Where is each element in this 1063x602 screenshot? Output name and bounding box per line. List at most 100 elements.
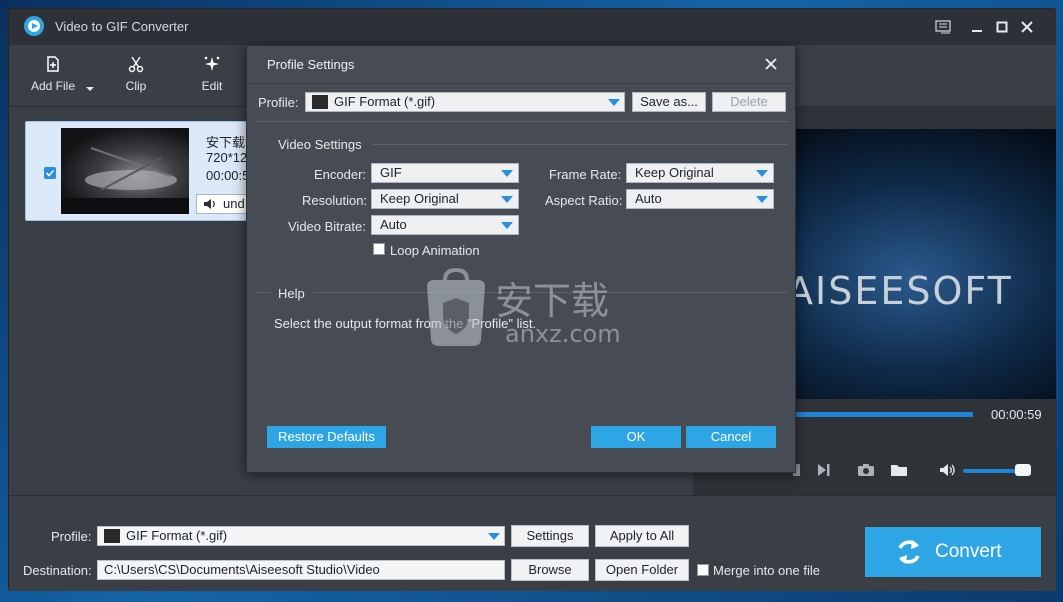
encoder-select[interactable]: GIF <box>371 163 519 183</box>
destination-value: C:\Users\CS\Documents\Aiseesoft Studio\V… <box>104 562 380 577</box>
convert-label: Convert <box>935 541 1002 562</box>
scissors-icon <box>128 56 144 73</box>
chevron-down-icon <box>756 196 768 203</box>
edit-label: Edit <box>201 79 223 93</box>
video-bitrate-value: Auto <box>380 217 407 232</box>
check-icon <box>45 169 55 177</box>
restore-defaults-button[interactable]: Restore Defaults <box>267 426 386 448</box>
speaker-icon <box>204 199 215 209</box>
apply-to-all-button[interactable]: Apply to All <box>595 525 689 547</box>
encoder-label: Encoder: <box>314 167 367 182</box>
clip-button[interactable]: Clip <box>106 55 166 99</box>
save-as-button[interactable]: Save as... <box>632 92 706 112</box>
maximize-button[interactable] <box>990 15 1014 39</box>
destination-field[interactable]: C:\Users\CS\Documents\Aiseesoft Studio\V… <box>97 560 505 580</box>
frame-rate-value: Keep Original <box>635 165 714 180</box>
video-settings-title: Video Settings <box>278 137 362 152</box>
audio-track-value: und <box>223 196 245 211</box>
total-time: 00:00:59 <box>991 407 1042 422</box>
video-bitrate-select[interactable]: Auto <box>371 215 519 235</box>
aspect-ratio-select[interactable]: Auto <box>626 189 774 209</box>
merge-checkbox[interactable] <box>697 564 709 576</box>
next-frame-icon[interactable] <box>817 463 831 477</box>
file-duration: 00:00:5 <box>206 168 250 183</box>
thumbnail-image <box>61 147 189 214</box>
bottom-bar: Profile: GIF Format (*.gif) Settings App… <box>9 495 1056 591</box>
add-file-button[interactable]: Add File <box>23 55 83 99</box>
dialog-profile-label: Profile: <box>258 95 299 110</box>
ok-button[interactable]: OK <box>591 426 681 448</box>
volume-icon[interactable] <box>939 463 957 477</box>
chevron-down-icon <box>501 222 513 229</box>
help-title: Help <box>278 286 305 301</box>
sparkle-edit-icon <box>204 56 220 71</box>
menu-icon <box>935 20 951 34</box>
title-bar: Video to GIF Converter <box>9 9 1056 45</box>
chevron-down-icon <box>608 99 620 106</box>
divider <box>372 144 788 145</box>
dropdown-arrow-icon[interactable] <box>86 85 94 93</box>
add-file-icon <box>47 56 59 72</box>
convert-refresh-icon <box>898 540 920 564</box>
gif-film-icon <box>312 95 328 109</box>
convert-button[interactable]: Convert <box>865 527 1041 577</box>
loop-animation-checkbox[interactable] <box>373 243 385 255</box>
folder-icon[interactable] <box>890 463 908 477</box>
camera-icon[interactable] <box>857 463 875 477</box>
profile-select-value: GIF Format (*.gif) <box>126 528 228 543</box>
divider <box>255 292 271 293</box>
minimize-button[interactable] <box>965 15 989 39</box>
cancel-button[interactable]: Cancel <box>686 426 776 448</box>
app-title: Video to GIF Converter <box>55 19 189 34</box>
delete-button[interactable]: Delete <box>712 92 786 112</box>
encoder-value: GIF <box>380 165 402 180</box>
dialog-profile-select[interactable]: GIF Format (*.gif) <box>305 92 625 112</box>
preview-brand-text: AISEESOFT <box>787 269 1013 313</box>
gif-film-icon <box>104 529 120 543</box>
resolution-value: Keep Original <box>380 191 459 206</box>
maximize-icon <box>996 21 1008 33</box>
close-icon <box>1021 21 1033 33</box>
video-bitrate-label: Video Bitrate: <box>288 219 366 234</box>
open-folder-button[interactable]: Open Folder <box>595 559 689 581</box>
profile-label: Profile: <box>51 529 92 544</box>
browse-button[interactable]: Browse <box>511 559 589 581</box>
add-file-label: Add File <box>30 79 76 93</box>
file-name: 安下载. <box>206 135 249 150</box>
clip-label: Clip <box>125 79 147 93</box>
watermark-url: anxz.com <box>505 320 621 348</box>
divider <box>255 121 789 122</box>
chevron-down-icon <box>501 196 513 203</box>
settings-button[interactable]: Settings <box>511 525 589 547</box>
dialog-close-icon[interactable] <box>763 56 779 72</box>
watermark-text: 安下载 <box>495 279 609 323</box>
volume-slider-handle[interactable] <box>1015 464 1031 476</box>
resolution-select[interactable]: Keep Original <box>371 189 519 209</box>
aspect-ratio-label: Aspect Ratio: <box>545 193 623 208</box>
dialog-title: Profile Settings <box>267 57 355 72</box>
loop-animation-label: Loop Animation <box>390 243 480 258</box>
profile-settings-dialog: Profile Settings Profile: GIF Format (*.… <box>246 45 797 473</box>
profile-select[interactable]: GIF Format (*.gif) <box>97 526 505 546</box>
frame-rate-select[interactable]: Keep Original <box>626 163 774 183</box>
edit-button[interactable]: Edit <box>182 55 242 99</box>
chevron-down-icon <box>501 170 513 177</box>
app-logo-icon <box>24 16 44 36</box>
chevron-down-icon <box>756 170 768 177</box>
chevron-down-icon <box>488 533 500 540</box>
file-item[interactable]: 安下载. 720*12 00:00:5 und <box>25 121 266 221</box>
aspect-ratio-value: Auto <box>635 191 662 206</box>
dialog-profile-value: GIF Format (*.gif) <box>334 94 436 109</box>
resolution-label: Resolution: <box>302 193 368 208</box>
dialog-title-divider <box>247 83 797 84</box>
file-checkbox[interactable] <box>44 167 56 179</box>
video-thumbnail[interactable] <box>61 128 189 214</box>
file-resolution: 720*12 <box>206 150 248 165</box>
menu-button[interactable] <box>931 15 955 39</box>
anxz-watermark-logo: 安下载 anxz.com <box>427 268 621 348</box>
close-button[interactable] <box>1015 15 1039 39</box>
minimize-icon <box>972 30 982 32</box>
destination-label: Destination: <box>23 563 92 578</box>
frame-rate-label: Frame Rate: <box>549 167 622 182</box>
merge-label: Merge into one file <box>713 563 820 578</box>
